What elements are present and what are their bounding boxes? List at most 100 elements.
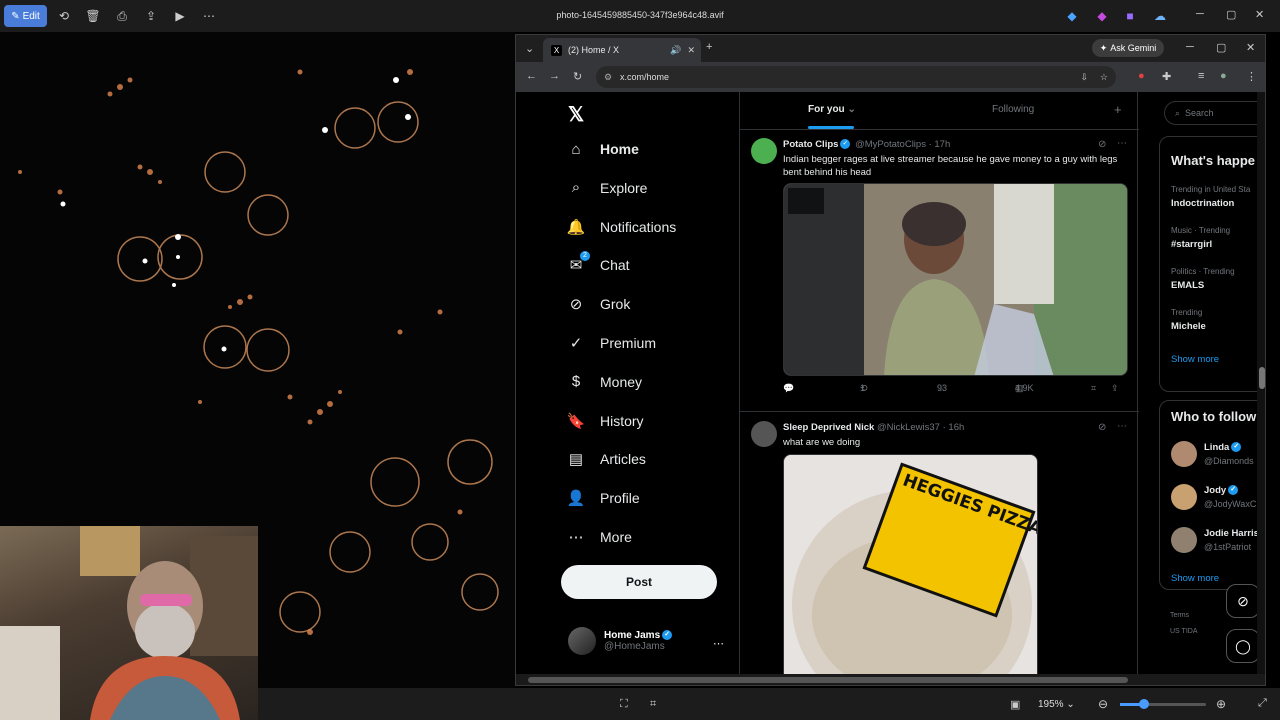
tweet-media[interactable]: HEGGIES PIZZA [783,454,1038,685]
tweet-handle[interactable]: @NickLewis37 [877,422,940,433]
more-icon[interactable]: ⋯ [1117,421,1127,432]
forward-icon[interactable]: → [549,70,560,82]
search-input[interactable]: ⌕ Search [1164,101,1265,125]
extensions-icon[interactable]: ✚ [1162,70,1171,83]
avatar[interactable] [751,421,777,447]
scrollbar-thumb[interactable] [528,677,1128,683]
trend-item[interactable]: EMALS [1171,280,1204,291]
nav-item-more[interactable]: ⋯ More [566,523,632,551]
nav-item-profile[interactable]: 👤 Profile [566,484,640,512]
zoom-slider[interactable] [1120,699,1206,709]
nav-item-money[interactable]: $ Money [566,368,642,396]
maximize-icon[interactable]: ▢ [1226,8,1236,21]
adblock-icon[interactable]: ● [1138,70,1145,82]
tweet-handle[interactable]: @MyPotatoClips [855,139,926,150]
maximize-icon[interactable]: ▢ [1216,41,1226,54]
more-options-icon[interactable]: ⋯ [201,8,217,24]
delete-icon[interactable]: 🗑 [85,8,101,24]
nav-item-premium[interactable]: ✓ Premium [566,329,656,357]
nav-item-home[interactable]: ⌂ Home [566,135,638,163]
tweet-author[interactable]: Sleep Deprived Nick [783,422,874,433]
speaker-icon[interactable]: 🔊 [670,45,681,56]
follow-name[interactable]: Jodie Harris [1204,528,1259,539]
tweet-media[interactable] [783,183,1128,376]
scan-icon[interactable]: ⌗ [650,698,656,711]
ask-gemini-button[interactable]: ✦ Ask Gemini [1092,39,1164,57]
more-icon[interactable]: ⋯ [1117,138,1127,149]
tab-close-icon[interactable]: ✕ [687,45,701,56]
close-icon[interactable]: ✕ [1255,8,1264,21]
tweet-time[interactable]: · 16h [943,422,965,433]
show-more-link[interactable]: Show more [1171,354,1219,365]
more-icon[interactable]: ⋯ [713,637,724,650]
tab-home-x[interactable]: X (2) Home / X 🔊 ✕ [543,38,701,62]
print-icon[interactable]: ⎙ [114,8,130,24]
post-button[interactable]: Post [561,565,717,599]
grok-icon[interactable]: ⊘ [1098,422,1106,433]
avatar[interactable] [751,138,777,164]
app-icon[interactable]: ■ [1122,8,1138,24]
install-icon[interactable]: ⇩ [1080,72,1088,83]
zoom-slider-handle[interactable] [1139,699,1149,709]
fit-icon[interactable]: ⛶ [620,698,628,711]
nav-item-chat[interactable]: ✉ 2 Chat [566,251,630,279]
cloud-icon[interactable]: ☁ [1152,8,1168,24]
follow-name[interactable]: Linda ✓ [1204,442,1243,453]
trend-item[interactable]: Michele [1171,321,1206,332]
app-icon[interactable]: ◆ [1064,8,1080,24]
avatar[interactable] [1171,527,1197,553]
tweet-time[interactable]: · 17h [929,139,951,150]
nav-item-explore[interactable]: ⌕ Explore [566,174,648,202]
bookmark-icon[interactable]: ⌗ [1091,383,1096,394]
zoom-out-icon[interactable]: ⊖ [1098,697,1108,711]
zoom-in-icon[interactable]: ⊕ [1216,697,1226,711]
zoom-level[interactable]: 195% ⌄ [1038,699,1075,710]
trend-item[interactable]: #starrgirl [1171,239,1212,250]
grok-icon[interactable]: ⊘ [1098,139,1106,150]
nav-item-history[interactable]: 🔖 History [566,407,644,435]
reload-icon[interactable]: ↻ [573,70,582,83]
tweet[interactable]: Potato Clips ✓ @MyPotatoClips · 17h ⊘ ⋯ I… [740,130,1139,412]
close-icon[interactable]: ✕ [1246,41,1255,54]
follow-name[interactable]: Jody ✓ [1204,485,1240,496]
footer-terms-link[interactable]: Terms [1170,612,1189,619]
bookmark-star-icon[interactable]: ☆ [1100,72,1108,83]
tab-following[interactable]: Following [992,104,1034,115]
share-icon[interactable]: ⇪ [1111,383,1119,394]
tab-search-icon[interactable]: ⌄ [525,42,534,55]
avatar[interactable] [1171,484,1197,510]
share-icon[interactable]: ⇪ [143,8,159,24]
add-tab-icon[interactable]: + [1114,102,1122,117]
new-tab-icon[interactable]: + [706,41,712,53]
nav-item-grok[interactable]: ⊘ Grok [566,290,631,318]
fullscreen-icon[interactable]: ⤢ [1258,697,1267,710]
minimize-icon[interactable]: ─ [1196,8,1204,20]
minimize-icon[interactable]: ─ [1186,41,1194,53]
tweet-author[interactable]: Potato Clips [783,139,838,150]
scrollbar-thumb[interactable] [1259,367,1265,389]
account-switcher[interactable]: Home Jams ✓ @HomeJams [568,627,674,655]
tweet[interactable]: Sleep Deprived Nick @NickLewis37 · 16h ⊘… [740,413,1139,685]
address-bar[interactable]: ⚙ x.com/home ⇩ ☆ [596,66,1116,88]
x-logo-icon[interactable]: 𝕏 [568,102,584,127]
horizontal-scrollbar[interactable] [516,674,1265,685]
avatar-icon[interactable]: ● [1220,70,1227,82]
edit-button[interactable]: ✎ Edit [4,5,47,27]
avatar[interactable] [1171,441,1197,467]
menu-icon[interactable]: ⋮ [1246,70,1257,83]
vertical-scrollbar[interactable] [1257,92,1265,674]
reply-icon[interactable]: 💬 [783,383,794,394]
trend-item[interactable]: Indoctrination [1171,198,1234,209]
app-icon[interactable]: ◆ [1094,8,1110,24]
rotate-icon[interactable]: ⟲ [56,8,72,24]
messages-icon[interactable]: ◯ [1226,629,1260,663]
back-icon[interactable]: ← [526,70,537,82]
nav-item-notifications[interactable]: 🔔 Notifications [566,213,677,241]
nav-item-articles[interactable]: ▤ Articles [566,445,646,473]
grok-icon[interactable]: ⊘ [1226,584,1260,618]
show-more-link[interactable]: Show more [1171,573,1219,584]
reading-list-icon[interactable]: ≡ [1198,70,1204,82]
site-info-icon[interactable]: ⚙ [604,72,612,83]
actual-size-icon[interactable]: ▣ [1010,698,1020,711]
slideshow-icon[interactable]: ▶ [172,8,188,24]
